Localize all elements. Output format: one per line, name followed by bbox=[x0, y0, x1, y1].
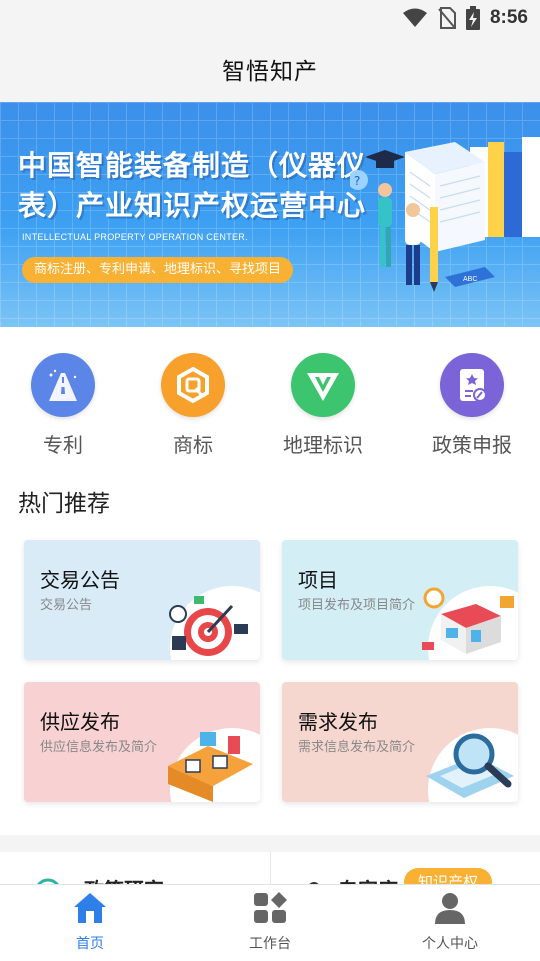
card-title: 交易公告 bbox=[40, 568, 120, 592]
category-label: 地理标识 bbox=[283, 433, 363, 457]
patent-road-icon-glyph bbox=[49, 369, 77, 401]
person-icon bbox=[435, 893, 465, 924]
trademark-q-icon-glyph bbox=[177, 366, 209, 404]
battery-charging-icon bbox=[465, 6, 480, 30]
category-label: 专利 bbox=[43, 433, 83, 457]
category-patent[interactable]: 专利 bbox=[0, 353, 128, 458]
category-grid: 专利 商标 地理标识 政策申报 bbox=[0, 327, 540, 470]
card-project[interactable]: 项目 项目发布及项目简介 bbox=[282, 540, 518, 660]
banner-english-subtitle: INTELLECTUAL PROPERTY OPERATION CENTER. bbox=[22, 232, 248, 242]
category-geo-mark[interactable]: 地理标识 bbox=[258, 353, 388, 458]
nav-workbench[interactable]: 工作台 bbox=[210, 891, 330, 953]
store-illustration-icon bbox=[422, 587, 514, 654]
no-sim-icon bbox=[438, 7, 456, 29]
card-title: 项目 bbox=[298, 568, 338, 592]
card-subtitle: 需求信息发布及简介 bbox=[298, 740, 416, 755]
wifi-icon bbox=[402, 8, 427, 27]
page-title: 智悟知产 bbox=[222, 59, 318, 85]
nav-home[interactable]: 首页 bbox=[30, 891, 150, 953]
card-title: 供应发布 bbox=[40, 710, 120, 734]
nav-label: 工作台 bbox=[249, 936, 291, 952]
target-illustration-icon bbox=[169, 596, 248, 656]
category-label: 政策申报 bbox=[432, 433, 512, 457]
status-time: 8:56 bbox=[489, 7, 528, 28]
bottom-nav: 首页 工作台 个人中心 bbox=[0, 884, 540, 961]
geo-mark-icon bbox=[291, 353, 355, 417]
card-trade-notice[interactable]: 交易公告 交易公告 bbox=[24, 540, 260, 660]
banner-headline-line1: 中国智能装备制造（仪器仪 bbox=[18, 149, 367, 182]
workbench-grid-icon bbox=[254, 892, 287, 923]
app-header: 智悟知产 bbox=[0, 36, 540, 102]
magnifier-illustration-icon bbox=[426, 733, 514, 798]
banner-services-pill: 商标注册、专利申请、地理标识、寻找项目 bbox=[22, 257, 294, 283]
card-demand-publish[interactable]: 需求发布 需求信息发布及简介 bbox=[282, 682, 518, 802]
svg-text:?: ? bbox=[354, 174, 360, 188]
card-subtitle: 交易公告 bbox=[40, 598, 93, 613]
card-subtitle: 供应信息发布及简介 bbox=[40, 740, 158, 755]
status-icons: 8:56 bbox=[402, 6, 528, 30]
nav-label: 个人中心 bbox=[422, 936, 478, 952]
category-label: 商标 bbox=[173, 433, 213, 457]
svg-text:ABC: ABC bbox=[463, 276, 477, 283]
promo-banner[interactable]: 中国智能装备制造（仪器仪 表）产业知识产权运营中心 INTELLECTUAL P… bbox=[0, 102, 540, 327]
home-icon bbox=[74, 893, 106, 923]
geo-mark-icon-glyph bbox=[307, 373, 339, 401]
status-bar: 8:56 bbox=[0, 0, 540, 36]
nav-profile[interactable]: 个人中心 bbox=[390, 891, 510, 953]
card-title: 需求发布 bbox=[298, 710, 378, 734]
category-trademark[interactable]: 商标 bbox=[128, 353, 258, 458]
office-illustration-icon bbox=[168, 732, 253, 802]
policy-document-icon-glyph bbox=[460, 369, 487, 402]
card-subtitle: 项目发布及项目简介 bbox=[298, 598, 416, 613]
patent-road-icon bbox=[31, 353, 95, 417]
card-supply-publish[interactable]: 供应发布 供应信息发布及简介 bbox=[24, 682, 260, 802]
banner-headline-line2: 表）产业知识产权运营中心 bbox=[18, 189, 367, 222]
hot-recommendations-section: 热门推荐 交易公告 交易公告 项目 项目发布及项目简介 供应发布 供应信息发布及… bbox=[0, 470, 540, 835]
section-title: 热门推荐 bbox=[18, 491, 110, 517]
banner-illustration-icon: ? ABC bbox=[350, 137, 540, 292]
category-policy[interactable]: 政策申报 bbox=[407, 353, 537, 458]
policy-document-icon bbox=[440, 353, 504, 417]
nav-label: 首页 bbox=[76, 936, 104, 952]
trademark-q-icon bbox=[161, 353, 225, 417]
